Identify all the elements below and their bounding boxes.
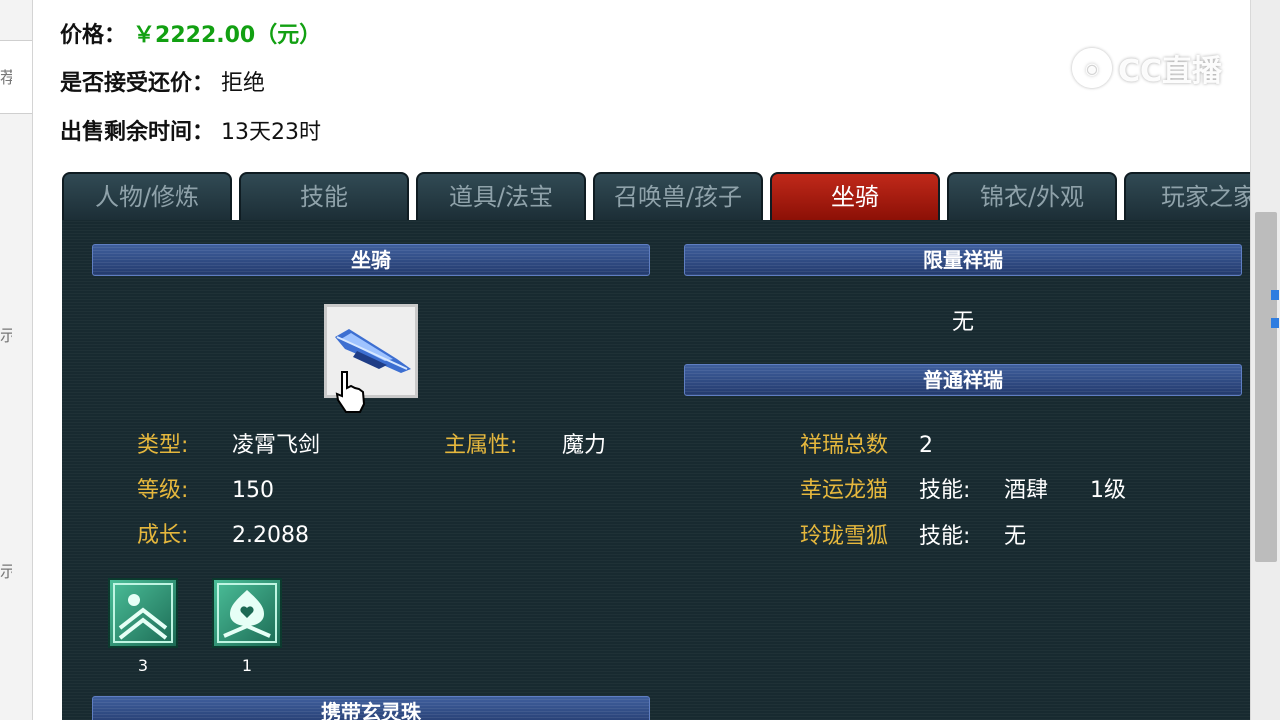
main-attribute-value: 魔力 [562, 433, 607, 458]
limited-xiangrui-value: 无 [951, 310, 974, 335]
remaining-time-row: 出售剩余时间： 13天23时 [60, 117, 321, 149]
type-label: 类型: [137, 433, 189, 458]
tab-summons[interactable]: 召唤兽/孩子 [593, 172, 763, 220]
xiangrui-total-label: 祥瑞总数 [800, 433, 889, 458]
mount-skill-glyph [113, 583, 173, 643]
sidebar-text-fragment: 荐 [0, 68, 12, 87]
bargain-label: 是否接受还价： [60, 71, 215, 96]
hand-pointer-icon [335, 371, 366, 413]
scroll-marker [1271, 290, 1279, 300]
level-value: 150 [232, 478, 274, 503]
xiangrui-skill-value: 无 [1004, 524, 1027, 549]
xiangrui-name: 玲珑雪狐 [800, 524, 889, 549]
mount-skill-count: 1 [241, 656, 253, 675]
xiangrui-skill-label: 技能: [919, 478, 971, 503]
bargain-value: 拒绝 [221, 71, 266, 96]
left-sidebar-fragment: 荐 示 示 [0, 0, 33, 720]
tab-player-home[interactable]: 玩家之家 [1124, 172, 1250, 220]
mount-header: 坐骑 [92, 244, 650, 276]
tab-skills[interactable]: 技能 [239, 172, 409, 220]
tab-items[interactable]: 道具/法宝 [416, 172, 586, 220]
tab-character[interactable]: 人物/修炼 [62, 172, 232, 220]
sidebar-text-fragment: 示 [0, 326, 12, 345]
mount-skill-heart-icon[interactable] [212, 578, 282, 648]
type-value: 凌霄飞剑 [232, 433, 321, 458]
bargain-row: 是否接受还价： 拒绝 [60, 68, 265, 100]
xiangrui-name: 幸运龙猫 [800, 478, 889, 503]
level-label: 等级: [137, 478, 189, 503]
price-row: 价格： ￥2222.00（元） [60, 20, 321, 52]
xiangrui-skill-level: 1级 [1090, 478, 1126, 503]
xiangrui-skill-value: 酒肆 [1004, 478, 1049, 503]
xuanling-pearl-header: 携带玄灵珠 [92, 696, 650, 720]
price-value: ￥2222.00（元） [133, 23, 322, 48]
tab-mount[interactable]: 坐骑 [770, 172, 940, 220]
watermark-text: CC直播 [1118, 54, 1223, 89]
growth-value: 2.2088 [232, 523, 309, 548]
scroll-marker [1271, 318, 1279, 328]
scrollbar-thumb[interactable] [1255, 212, 1277, 562]
xiangrui-skill-label: 技能: [919, 524, 971, 549]
page-scrollbar[interactable] [1250, 0, 1280, 720]
normal-xiangrui-header: 普通祥瑞 [684, 364, 1242, 396]
growth-label: 成长: [137, 523, 189, 548]
mount-skill-count: 3 [137, 656, 149, 675]
remaining-time-value: 13天23时 [221, 120, 322, 145]
mount-panel: 坐骑 限量祥瑞 无 普通祥瑞 类型: 凌霄飞剑 主属性: 魔力 等级: 150 … [62, 220, 1250, 720]
main-attribute-label: 主属性: [444, 433, 518, 458]
cc-live-watermark: ◉ CC直播 [1072, 44, 1222, 92]
mount-skill-icon[interactable] [108, 578, 178, 648]
tab-appearance[interactable]: 锦衣/外观 [947, 172, 1117, 220]
category-tabs: 人物/修炼 技能 道具/法宝 召唤兽/孩子 坐骑 锦衣/外观 玩家之家 [62, 172, 1250, 220]
xiangrui-total-value: 2 [919, 433, 933, 458]
mount-skill-heart-glyph [217, 583, 277, 643]
cc-logo-icon: ◉ [1072, 48, 1112, 88]
remaining-time-label: 出售剩余时间： [60, 120, 215, 145]
price-label: 价格： [60, 23, 127, 48]
limited-xiangrui-header: 限量祥瑞 [684, 244, 1242, 276]
sidebar-text-fragment: 示 [0, 562, 12, 581]
